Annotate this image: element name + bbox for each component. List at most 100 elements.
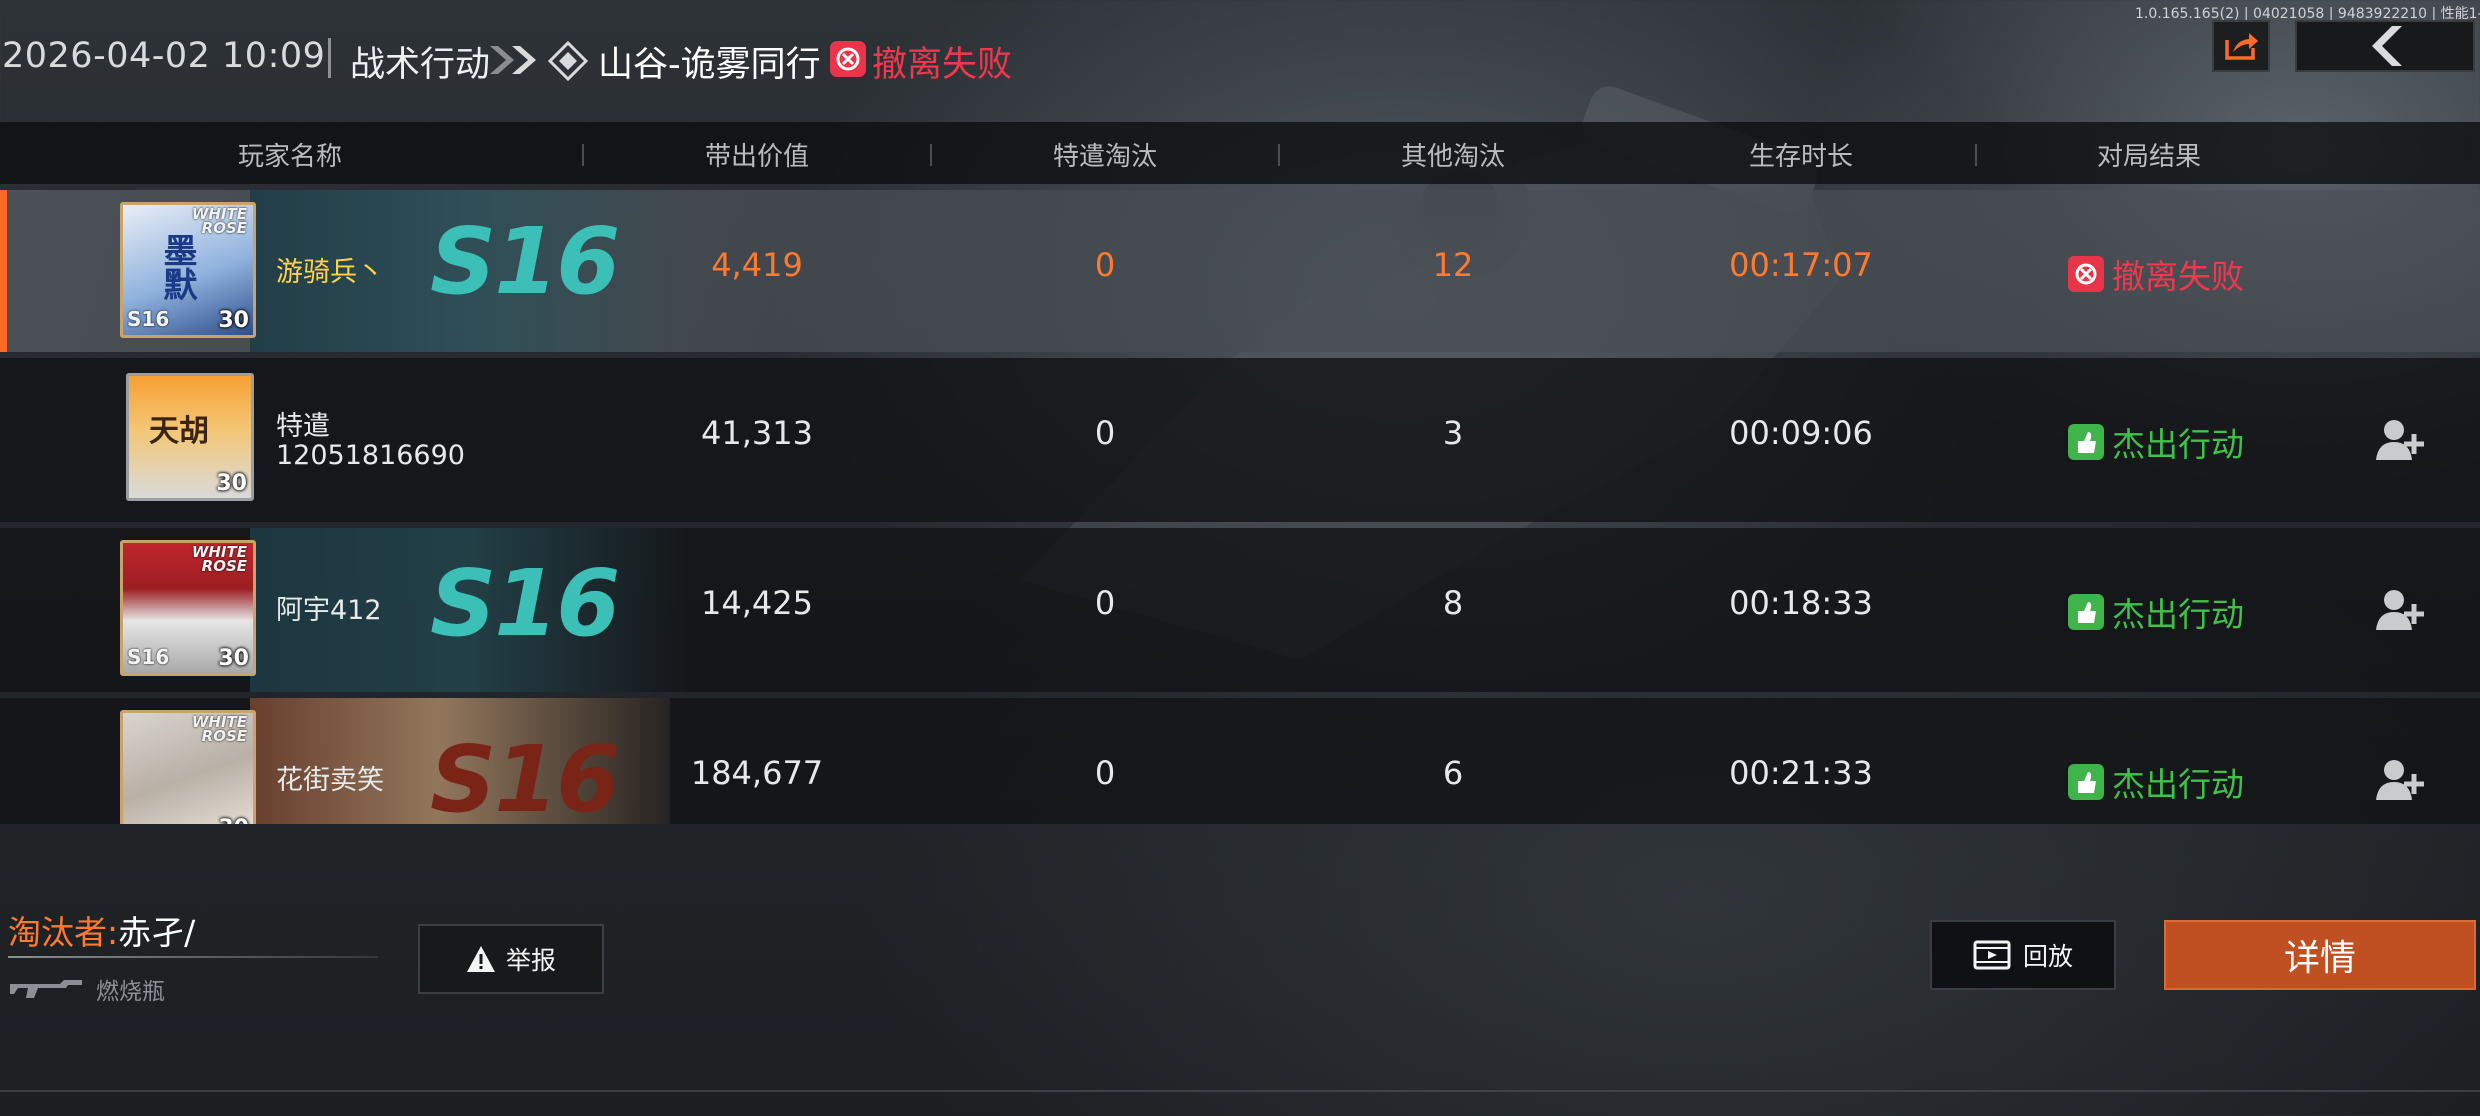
other-kills: 8 — [1442, 584, 1464, 622]
season-banner-text: S16 — [430, 726, 620, 824]
header-divider — [328, 38, 331, 78]
rifle-icon — [10, 980, 82, 998]
match-result: 杰出行动 — [2068, 418, 2244, 466]
avatar[interactable]: WHITEROSE 30 — [120, 710, 256, 824]
carried-value: 4,419 — [711, 246, 803, 284]
column-header-value: 带出价值 — [704, 142, 809, 172]
replay-label: 回放 — [2022, 942, 2073, 971]
self-row-marker — [0, 190, 7, 352]
success-badge-icon — [2068, 764, 2104, 800]
match-result: 杰出行动 — [2068, 758, 2244, 806]
killer-weapon: 燃烧瓶 — [8, 972, 165, 1006]
match-datetime: 2026-04-02 10:09 — [2, 36, 326, 76]
player-name: 阿宇412 — [276, 595, 382, 626]
scoreboard-table: 玩家名称 带出价值 特遣淘汰 其他淘汰 生存时长 对局结果 S16 WHITE R… — [0, 122, 2480, 824]
report-button[interactable]: 举报 — [418, 924, 604, 994]
carried-value: 184,677 — [690, 754, 824, 792]
table-row[interactable]: S16 WHITEROSE 30 花街卖笑 184,677 0 6 00:21:… — [0, 698, 2480, 824]
column-header-player: 玩家名称 — [237, 142, 342, 172]
player-level: 30 — [218, 308, 249, 333]
failure-badge-icon — [830, 41, 866, 77]
failure-badge-icon — [2068, 256, 2104, 292]
weapon-name: 燃烧瓶 — [96, 979, 165, 1005]
player-level: 30 — [218, 646, 249, 671]
special-kills: 0 — [1094, 246, 1116, 284]
season-banner-text: S16 — [430, 208, 620, 315]
special-kills: 0 — [1094, 414, 1116, 452]
eliminated-by: 淘汰者:赤孑/ — [8, 906, 195, 954]
avatar[interactable]: 天胡 30 — [126, 373, 254, 501]
add-friend-icon[interactable] — [2376, 758, 2426, 802]
carried-value: 14,425 — [701, 584, 813, 622]
player-id: 12051816690 — [276, 440, 465, 471]
avatar-season-badge: S16 — [127, 307, 170, 331]
special-kills: 0 — [1094, 754, 1116, 792]
chevron-double-right-icon — [490, 46, 536, 74]
player-level: 30 — [218, 816, 249, 824]
share-icon — [2225, 33, 2258, 60]
add-friend-icon[interactable] — [2376, 588, 2426, 632]
bottom-divider — [0, 1090, 2480, 1092]
survival-time: 00:21:33 — [1729, 754, 1873, 792]
game-mode: 战术行动 — [350, 45, 491, 85]
table-header: 玩家名称 带出价值 特遣淘汰 其他淘汰 生存时长 对局结果 — [0, 122, 2480, 184]
details-label: 详情 — [2283, 938, 2356, 979]
video-replay-icon — [1973, 940, 2011, 970]
top-bar: 2026-04-02 10:09 战术行动 山谷-诡雾同行 撤离失败 1.0.1… — [0, 0, 2480, 120]
column-header-result: 对局结果 — [2096, 142, 2201, 172]
match-result: 杰出行动 — [2068, 588, 2244, 636]
result-label: 杰出行动 — [2112, 425, 2244, 464]
avatar-calligraphy: 天胡 — [149, 414, 209, 449]
killer-label: 淘汰者: — [8, 913, 119, 952]
avatar-season-badge: S16 — [127, 645, 170, 669]
result-label: 撤离失败 — [2112, 257, 2244, 296]
white-rose-badge: WHITE ROSE — [191, 205, 247, 237]
back-arrow-icon — [2372, 26, 2402, 66]
map-name: 山谷-诡雾同行 — [598, 45, 821, 85]
result-label: 杰出行动 — [2112, 765, 2244, 804]
share-button[interactable] — [2212, 20, 2270, 72]
avatar[interactable]: WHITE ROSE 墨默 S16 30 — [120, 202, 256, 338]
column-header-survival: 生存时长 — [1748, 142, 1853, 172]
column-header-special-kills: 特遣淘汰 — [1052, 142, 1157, 172]
map-diamond-icon — [548, 41, 588, 81]
avatar-calligraphy: 墨默 — [157, 233, 197, 301]
white-rose-badge: WHITE ROSE — [191, 543, 247, 575]
match-outcome: 撤离失败 — [872, 45, 1013, 85]
column-divider — [582, 144, 584, 166]
success-badge-icon — [2068, 594, 2104, 630]
killer-underline — [8, 956, 378, 958]
warning-icon — [466, 946, 495, 972]
success-badge-icon — [2068, 424, 2104, 460]
table-row[interactable]: 天胡 30 特遣 12051816690 41,313 0 3 00:09:06… — [0, 358, 2480, 522]
add-friend-icon[interactable] — [2376, 418, 2426, 462]
table-row[interactable]: S16 WHITE ROSE S16 30 阿宇412 14,425 0 8 00… — [0, 528, 2480, 692]
white-rose-badge: WHITE ROSE — [191, 713, 247, 745]
killer-name[interactable]: 赤孑/ — [118, 913, 195, 952]
survival-time: 00:18:33 — [1729, 584, 1873, 622]
table-row[interactable]: S16 WHITE ROSE 墨默 S16 30 游骑兵丶 4,419 0 12 … — [0, 190, 2480, 352]
special-kills: 0 — [1094, 584, 1116, 622]
carried-value: 41,313 — [701, 414, 813, 452]
match-result: 撤离失败 — [2068, 250, 2244, 298]
replay-button[interactable]: 回放 — [1930, 920, 2116, 990]
season-banner-text: S16 — [430, 550, 620, 657]
back-button[interactable] — [2295, 20, 2475, 72]
result-label: 杰出行动 — [2112, 595, 2244, 634]
details-button[interactable]: 详情 — [2164, 920, 2476, 990]
other-kills: 3 — [1442, 414, 1464, 452]
player-name: 花街卖笑 — [276, 765, 384, 796]
survival-time: 00:17:07 — [1729, 246, 1873, 284]
survival-time: 00:09:06 — [1729, 414, 1873, 452]
column-divider — [930, 144, 932, 166]
other-kills: 12 — [1432, 246, 1474, 284]
other-kills: 6 — [1442, 754, 1464, 792]
player-name: 特遣 — [276, 411, 330, 442]
player-name: 游骑兵丶 — [276, 257, 384, 288]
column-divider — [1975, 144, 1977, 166]
report-label: 举报 — [505, 946, 556, 975]
column-header-other-kills: 其他淘汰 — [1400, 142, 1505, 172]
player-level: 30 — [216, 471, 247, 496]
column-divider — [1278, 144, 1280, 166]
avatar[interactable]: WHITE ROSE S16 30 — [120, 540, 256, 676]
